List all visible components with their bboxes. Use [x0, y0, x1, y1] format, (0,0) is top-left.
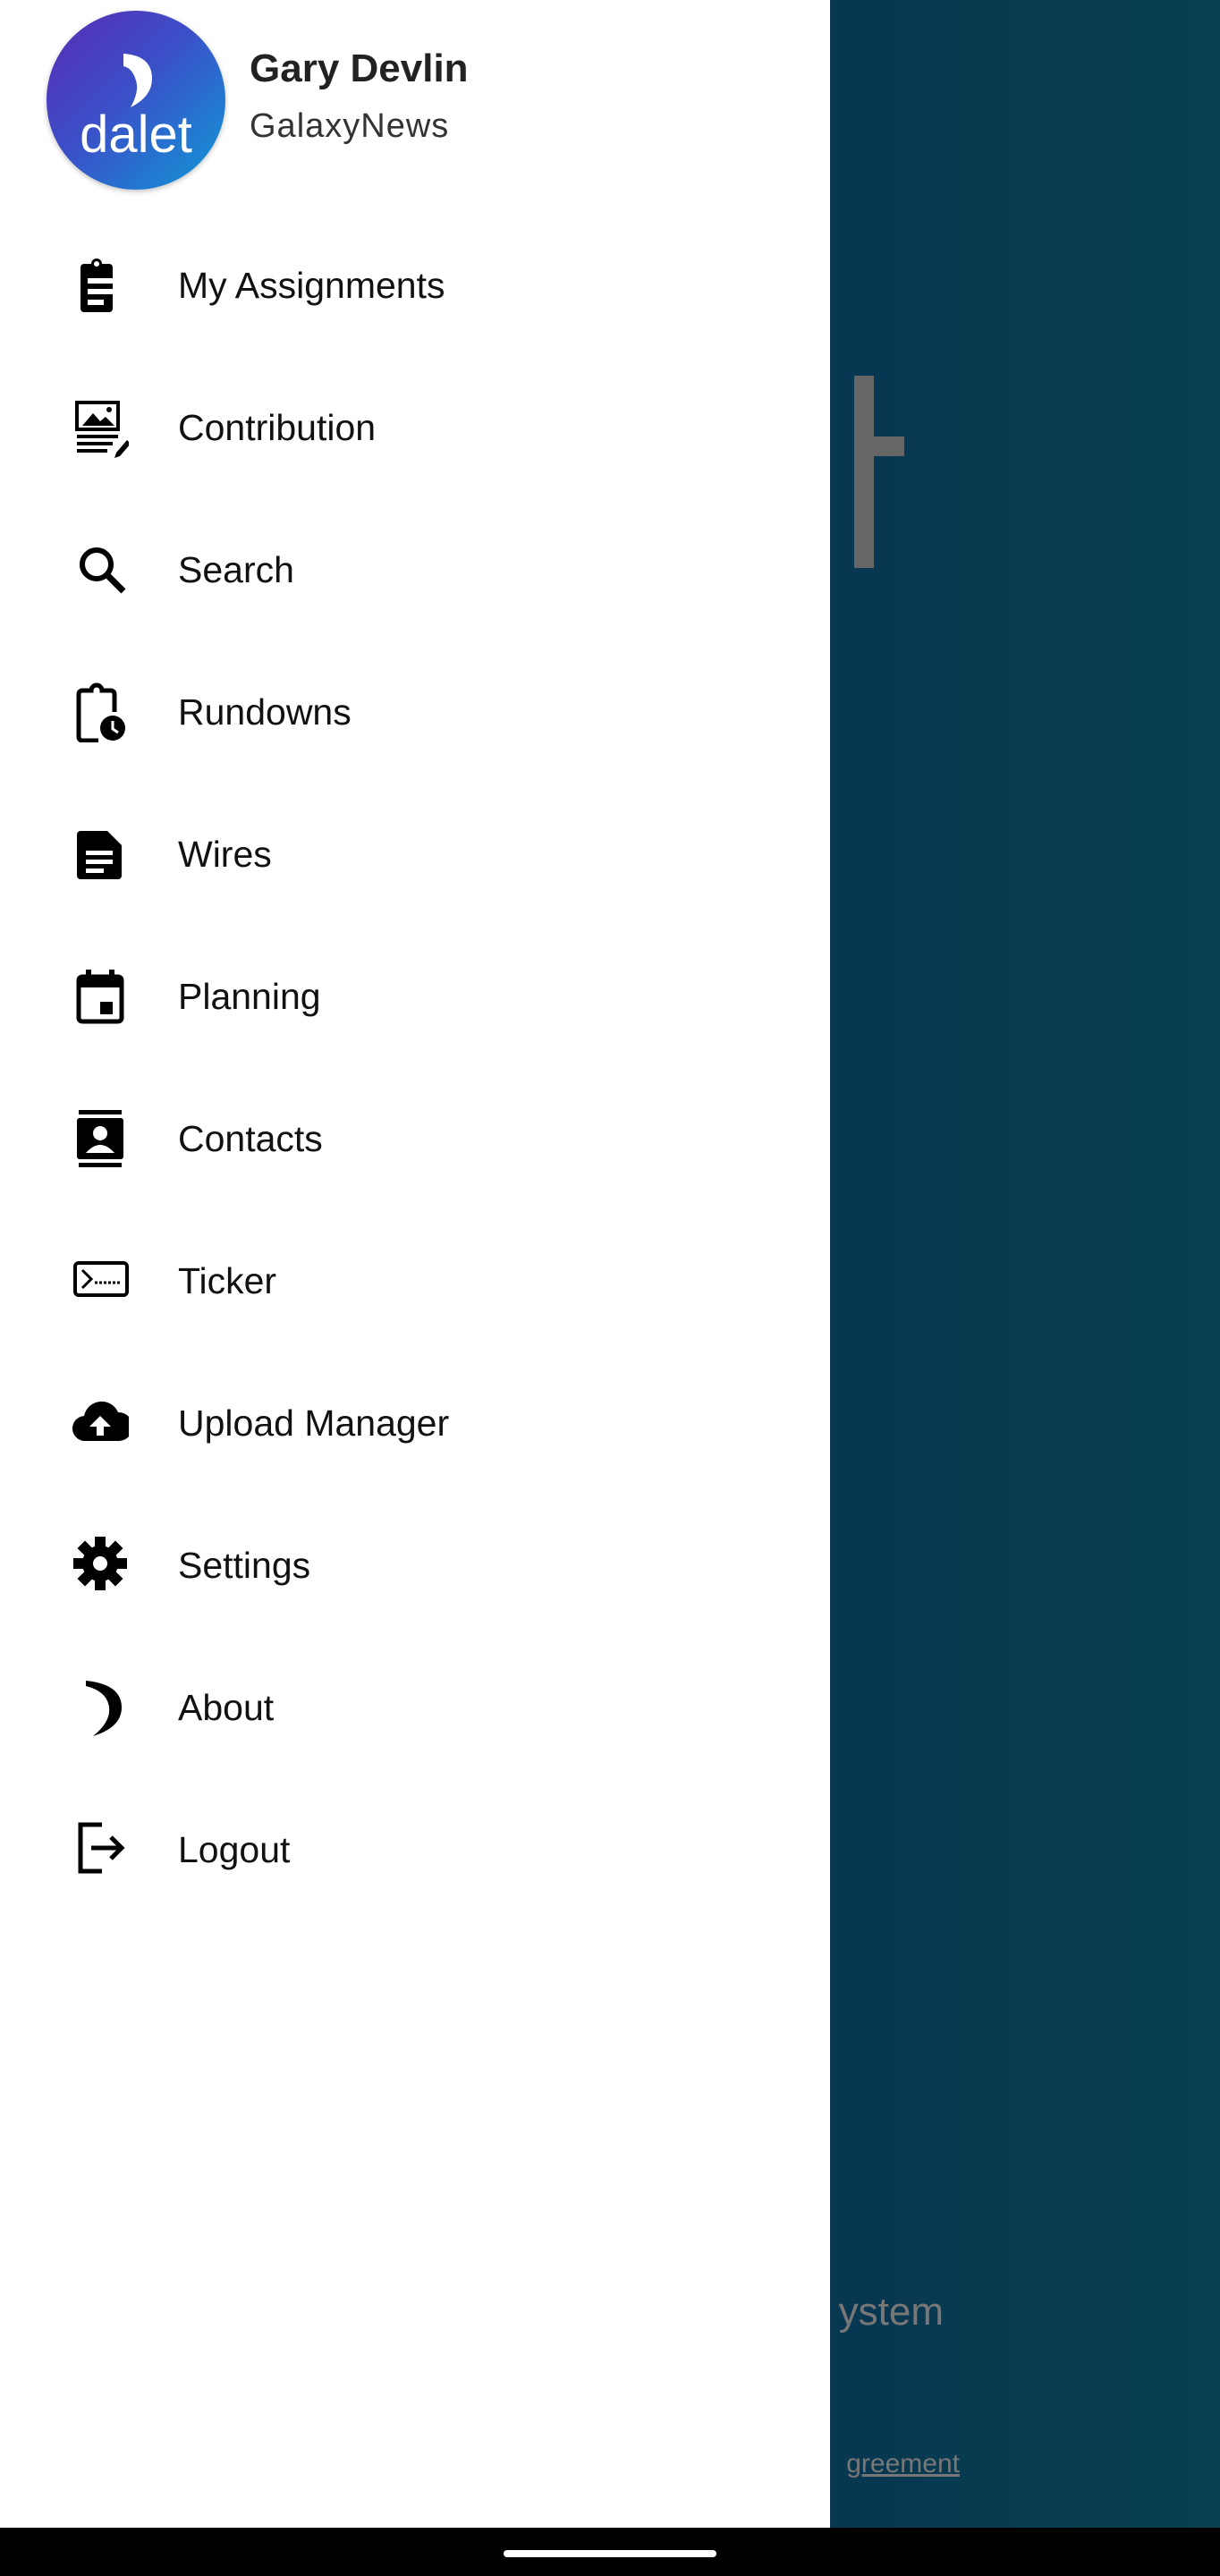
organization-name: GalaxyNews — [250, 107, 450, 145]
calendar-icon — [64, 961, 136, 1032]
contact-card-icon — [64, 1103, 136, 1174]
document-icon — [64, 818, 136, 890]
menu-item-label: Planning — [178, 975, 321, 1017]
menu-item-logout[interactable]: Logout — [0, 1783, 830, 1917]
svg-text:dalet: dalet — [80, 106, 192, 164]
menu-item-label: Wires — [178, 833, 272, 875]
dalet-logo-icon: dalet — [80, 54, 192, 164]
menu-item-about[interactable]: About — [0, 1640, 830, 1775]
menu-item-contribution[interactable]: Contribution — [0, 360, 830, 495]
home-gesture-handle[interactable] — [504, 2550, 716, 2557]
logout-icon — [64, 1814, 136, 1885]
cloud-upload-icon — [64, 1387, 136, 1459]
menu-item-label: My Assignments — [178, 264, 445, 306]
menu-item-rundowns[interactable]: Rundowns — [0, 645, 830, 779]
avatar[interactable]: dalet — [47, 11, 225, 190]
menu-item-label: Search — [178, 548, 294, 590]
menu-item-contacts[interactable]: Contacts — [0, 1072, 830, 1206]
menu-item-label: Contribution — [178, 406, 377, 448]
menu-item-search[interactable]: Search — [0, 503, 830, 637]
menu-item-my-assignments[interactable]: My Assignments — [0, 218, 830, 352]
menu-item-label: Upload Manager — [178, 1402, 450, 1444]
menu-item-upload-manager[interactable]: Upload Manager — [0, 1356, 830, 1490]
navigation-drawer: dalet Gary Devlin GalaxyNews My Assignme… — [0, 0, 830, 2528]
menu-item-settings[interactable]: Settings — [0, 1498, 830, 1632]
menu-item-label: Contacts — [178, 1117, 323, 1159]
user-name: Gary Devlin — [250, 47, 469, 90]
image-article-edit-icon — [64, 392, 136, 463]
menu-item-label: Logout — [178, 1828, 291, 1870]
gear-icon — [64, 1530, 136, 1601]
dalet-logo-icon — [64, 1672, 136, 1743]
menu-item-label: Settings — [178, 1544, 311, 1586]
menu-item-wires[interactable]: Wires — [0, 787, 830, 921]
ticker-icon — [64, 1245, 136, 1317]
clipboard-clock-icon — [64, 676, 136, 748]
clipboard-icon — [64, 250, 136, 321]
menu-item-label: Rundowns — [178, 691, 352, 733]
menu-item-planning[interactable]: Planning — [0, 929, 830, 1063]
menu-item-label: Ticker — [178, 1259, 277, 1301]
menu-item-ticker[interactable]: Ticker — [0, 1214, 830, 1348]
search-icon — [64, 534, 136, 606]
menu-item-label: About — [178, 1686, 275, 1728]
background-logo-fragment — [854, 376, 904, 568]
